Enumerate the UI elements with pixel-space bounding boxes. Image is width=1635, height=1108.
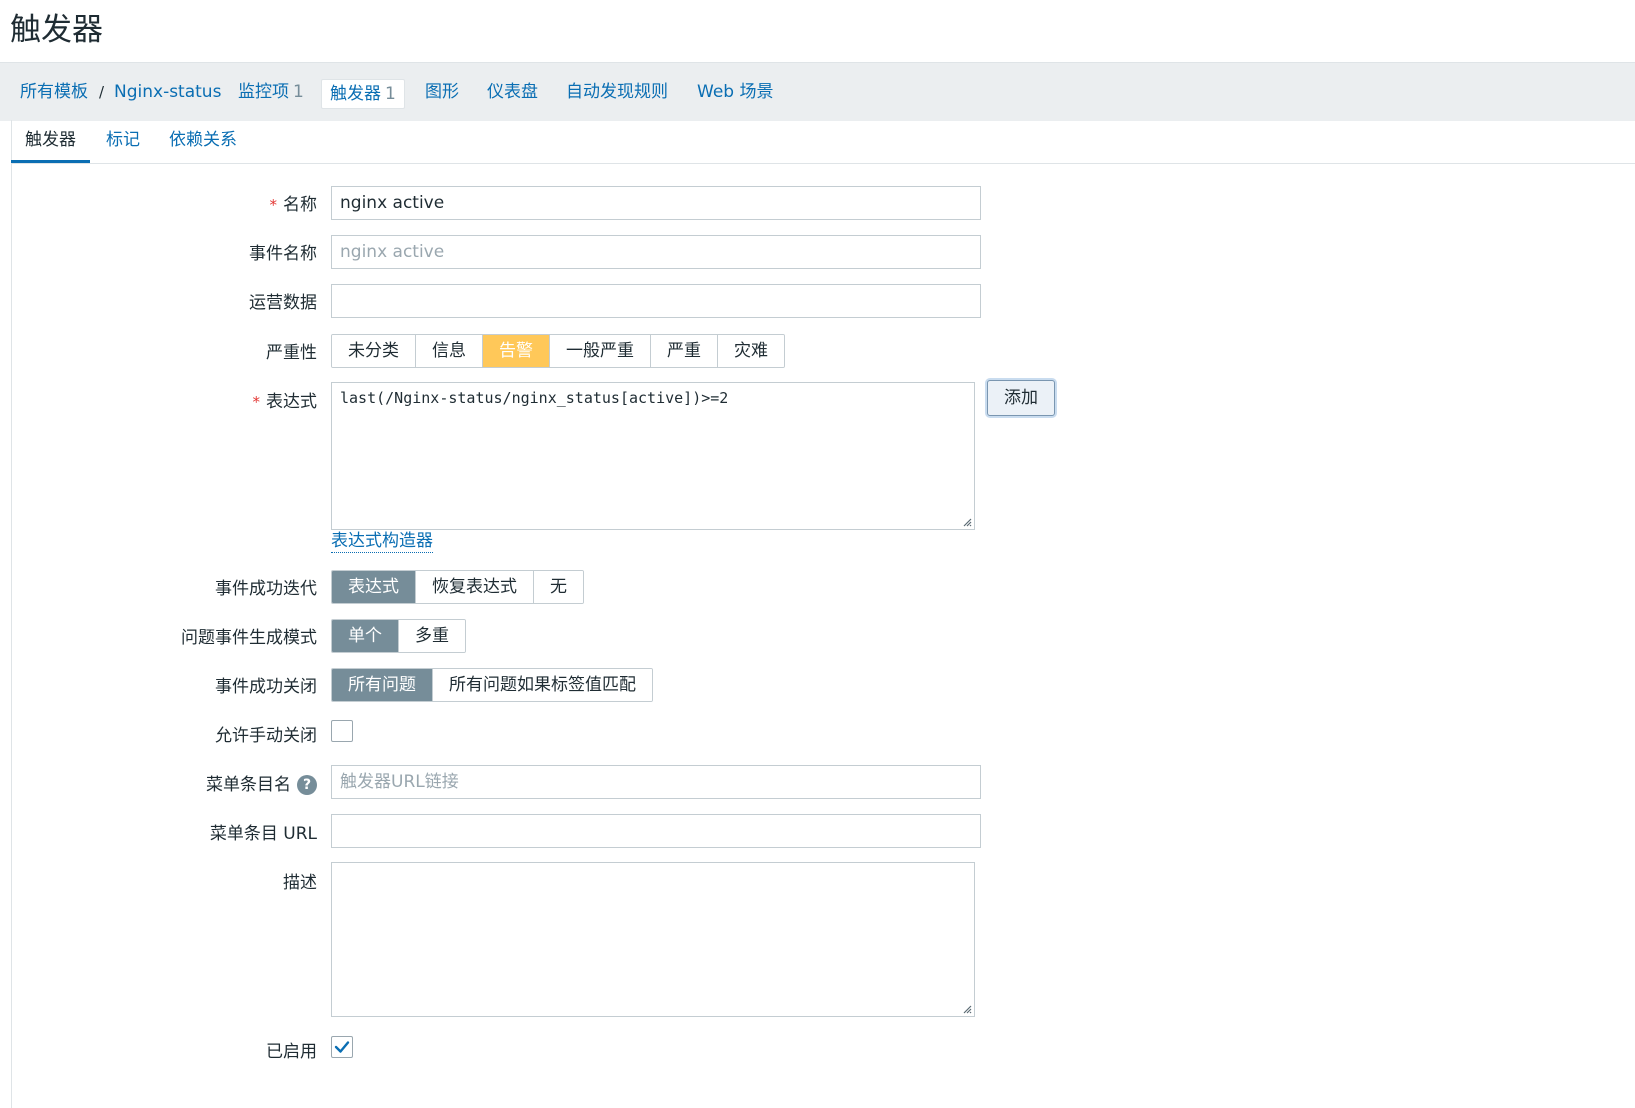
resize-grip-icon[interactable] [962,1004,972,1014]
severity-information[interactable]: 信息 [416,335,483,367]
expression-text: last(/Nginx-status/nginx_status[active])… [340,389,729,407]
severity-average[interactable]: 一般严重 [550,335,651,367]
nav-web-scenarios-link[interactable]: Web 场景 [697,77,773,107]
name-field[interactable] [331,186,981,220]
nav-triggers-link[interactable]: 触发器 1 [321,79,405,109]
breadcrumb-all-templates[interactable]: 所有模板 [20,77,88,107]
opdata-label: 运营数据 [249,293,317,313]
opdata-field[interactable] [331,284,981,318]
ok-event-closes-label: 事件成功关闭 [215,677,317,697]
menu-entry-url-field[interactable] [331,814,981,848]
menu-entry-name-label: 菜单条目名? [206,770,317,795]
tab-trigger[interactable]: 触发器 [11,120,90,163]
severity-high[interactable]: 严重 [651,335,718,367]
expression-label: * 表达式 [253,387,318,412]
expression-constructor-link[interactable]: 表达式构造器 [331,530,433,553]
severity-selector: 未分类 信息 告警 一般严重 严重 灾难 [331,334,785,368]
event-name-label: 事件名称 [249,244,317,264]
problem-mode-selector: 单个 多重 [331,619,466,653]
ok-event-none-option[interactable]: 无 [534,571,583,603]
nav-triggers-count: 1 [385,84,396,104]
nav-discovery-rules-link[interactable]: 自动发现规则 [566,77,668,107]
tab-dependencies[interactable]: 依赖关系 [169,120,237,161]
manual-close-checkbox[interactable] [331,720,353,742]
expression-textarea[interactable]: last(/Nginx-status/nginx_status[active])… [331,382,975,530]
nav-triggers-label: 触发器 [330,84,381,104]
tab-tags[interactable]: 标记 [106,120,140,161]
menu-entry-name-field[interactable] [331,765,981,799]
nav-items-label: 监控项 [238,82,289,102]
description-label: 描述 [283,873,317,893]
menu-entry-url-label: 菜单条目 URL [209,824,317,844]
help-icon[interactable]: ? [297,775,317,795]
enabled-label: 已启用 [266,1042,317,1062]
required-mark: * [252,393,261,411]
enabled-checkbox[interactable] [331,1036,353,1058]
page-title: 触发器 [10,12,103,48]
severity-label: 严重性 [266,343,317,363]
ok-closes-tag-match-option[interactable]: 所有问题如果标签值匹配 [433,669,652,701]
name-label-text: 名称 [283,195,317,215]
problem-mode-single-option[interactable]: 单个 [332,620,399,652]
template-nav-bar: 所有模板 / Nginx-status 监控项 1 触发器 1 图形 仪表盘 自动发… [0,62,1635,121]
severity-warning[interactable]: 告警 [483,335,550,367]
breadcrumb-template-name[interactable]: Nginx-status [114,77,221,107]
nav-dashboards-link[interactable]: 仪表盘 [487,77,538,107]
ok-event-recovery-expression-option[interactable]: 恢复表达式 [416,571,534,603]
checkmark-icon [334,1041,350,1053]
ok-event-generation-selector: 表达式 恢复表达式 无 [331,570,584,604]
manual-close-label: 允许手动关闭 [215,726,317,746]
description-textarea[interactable] [331,862,975,1017]
resize-grip-icon[interactable] [962,517,972,527]
menu-entry-name-label-text: 菜单条目名 [206,775,291,795]
severity-disaster[interactable]: 灾难 [718,335,784,367]
problem-mode-multiple-option[interactable]: 多重 [399,620,465,652]
content-left-border [11,120,12,1108]
nav-items-count: 1 [293,82,304,102]
nav-graphs-link[interactable]: 图形 [425,77,459,107]
nav-items-link[interactable]: 监控项 1 [238,77,304,107]
expression-add-button[interactable]: 添加 [987,380,1055,416]
severity-not-classified[interactable]: 未分类 [332,335,416,367]
ok-event-closes-selector: 所有问题 所有问题如果标签值匹配 [331,668,653,702]
ok-closes-all-problems-option[interactable]: 所有问题 [332,669,433,701]
form-tabs: 触发器 标记 依赖关系 [11,120,1635,164]
required-mark: * [269,196,278,214]
expression-label-text: 表达式 [266,392,317,412]
breadcrumb-separator: / [99,83,105,101]
ok-event-expression-option[interactable]: 表达式 [332,571,416,603]
ok-event-generation-label: 事件成功迭代 [215,579,317,599]
problem-mode-label: 问题事件生成模式 [181,628,317,648]
name-label: * 名称 [270,190,318,215]
event-name-field[interactable] [331,235,981,269]
